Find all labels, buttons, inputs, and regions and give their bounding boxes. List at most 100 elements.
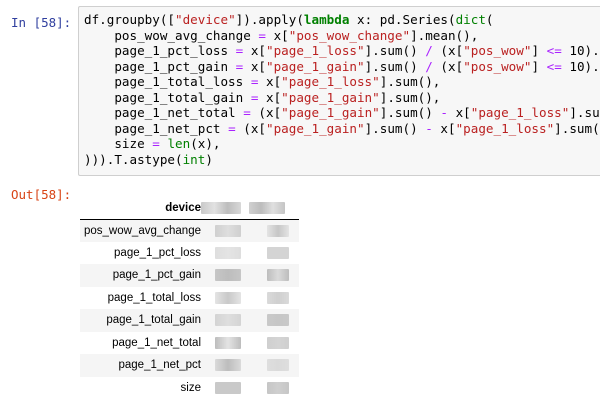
code-token: 10).su xyxy=(569,43,600,58)
blurred-value xyxy=(267,291,289,304)
redacted-value-cell xyxy=(201,219,249,242)
redacted-value-cell xyxy=(201,332,249,355)
redacted-value-cell xyxy=(201,377,249,400)
code-token: "page_1_gain" xyxy=(266,58,365,74)
code-token: ].mean(), xyxy=(410,27,479,43)
row-label: page_1_net_total xyxy=(112,336,201,349)
code-token: "page_1_loss" xyxy=(470,105,570,120)
code-token: page_1_total_gain xyxy=(84,89,251,105)
code-token: = xyxy=(228,120,236,136)
code-token: 10).su xyxy=(569,58,600,74)
redacted-value-cell xyxy=(201,309,249,332)
code-token: <= xyxy=(546,58,562,74)
code-token: page_1_total_loss xyxy=(84,74,251,89)
code-token: = xyxy=(258,27,266,43)
row-label: size xyxy=(180,381,201,394)
blurred-value xyxy=(267,224,289,237)
table-row: page_1_total_loss xyxy=(80,287,299,310)
row-label: page_1_pct_loss xyxy=(114,246,201,259)
code-token: "page_1_loss" xyxy=(281,74,380,89)
code-token: ] xyxy=(531,43,547,58)
code-token: page_1_pct_loss xyxy=(84,43,236,58)
code-line: size = len(x), xyxy=(84,136,600,152)
table-row: page_1_net_total xyxy=(80,332,299,355)
blurred-value xyxy=(215,269,241,281)
code-line: page_1_pct_gain = x["page_1_gain"].sum()… xyxy=(84,59,600,75)
table-row: size xyxy=(80,377,299,400)
output-prompt: Out[58]: xyxy=(11,187,72,202)
code-token: page_1_net_pct xyxy=(84,120,229,136)
code-token: len xyxy=(167,136,191,151)
code-token: x[ xyxy=(258,89,282,105)
code-token: - xyxy=(425,120,433,136)
code-token: size xyxy=(84,136,153,151)
redacted-value-cell xyxy=(249,219,299,242)
table-row: page_1_net_pct xyxy=(80,354,299,377)
redacted-value-cell xyxy=(249,264,299,287)
code-token: x[ xyxy=(243,58,266,74)
code-token: "pos_wow" xyxy=(463,58,532,74)
code-token: x[ xyxy=(265,27,289,43)
code-token: lambda xyxy=(303,12,350,27)
code-token: ].sum(), xyxy=(379,74,441,89)
row-label: page_1_total_loss xyxy=(107,291,201,304)
code-token: ].sum() xyxy=(364,43,426,58)
code-token: "page_1_gain" xyxy=(281,105,380,120)
redacted-value-cell xyxy=(201,242,249,265)
blurred-value xyxy=(267,269,289,281)
code-line: ))).T.astype(int) xyxy=(84,152,600,168)
code-token: / xyxy=(425,43,433,58)
redacted-value-cell xyxy=(201,354,249,377)
code-token: ].sum() xyxy=(364,58,426,74)
code-token: (x[ xyxy=(250,105,282,120)
row-label: page_1_net_pct xyxy=(118,359,202,372)
code-token: (x[ xyxy=(235,120,266,136)
redacted-column-header xyxy=(249,198,299,219)
redacted-value-cell xyxy=(201,287,249,310)
code-token: "page_1_gain" xyxy=(281,89,380,105)
code-token: = xyxy=(243,105,251,120)
code-token: / xyxy=(425,58,433,74)
table-row: page_1_total_gain xyxy=(80,309,299,332)
code-token: (x[ xyxy=(432,58,464,74)
code-token: - xyxy=(440,105,449,120)
code-token: ) xyxy=(205,151,213,167)
redacted-value-cell xyxy=(249,242,299,265)
redacted-value-cell xyxy=(249,287,299,310)
table-row: pos_wow_avg_change xyxy=(80,219,299,242)
code-token: x[ xyxy=(258,74,282,89)
blurred-value xyxy=(215,291,241,304)
code-token: ].sum(), xyxy=(379,89,441,105)
code-token: "page_1_loss" xyxy=(455,120,555,136)
code-line: pos_wow_avg_change = x["pos_wow_change"]… xyxy=(84,28,600,44)
code-line: page_1_net_total = (x["page_1_gain" ].sum… xyxy=(84,105,600,121)
code-line: page_1_net_pct = (x["page_1_gain"].sum()… xyxy=(84,121,600,137)
row-label: page_1_total_gain xyxy=(106,314,201,327)
blurred-value xyxy=(267,359,289,371)
code-token: x[ xyxy=(243,43,266,58)
blurred-value xyxy=(215,314,241,326)
redacted-value-cell xyxy=(249,354,299,377)
code-token: ].sum( xyxy=(569,105,600,120)
code-token: ] xyxy=(531,58,547,74)
blurred-value xyxy=(267,336,289,349)
blurred-value xyxy=(215,381,241,394)
blurred-value xyxy=(215,246,241,259)
code-token: page_1_net_total xyxy=(84,105,244,120)
code-token: ].sum()) xyxy=(554,120,600,136)
code-token: <= xyxy=(546,43,562,58)
code-token: "page_1_loss" xyxy=(266,43,365,58)
code-editor[interactable]: df.groupby(["device"]).apply(lambda x: p… xyxy=(84,12,600,167)
code-token: dict xyxy=(455,12,486,27)
code-token: x: pd.Series( xyxy=(349,12,456,27)
code-token: "pos_wow_change" xyxy=(288,27,411,43)
code-token: ]).apply( xyxy=(235,12,304,27)
input-prompt: In [58]: xyxy=(11,15,72,30)
code-token: ].sum() xyxy=(364,120,426,136)
code-token: x[ xyxy=(448,105,471,120)
blurred-value xyxy=(215,359,241,371)
code-token: "device" xyxy=(175,12,236,27)
index-header: device xyxy=(165,202,201,215)
redacted-value-cell xyxy=(249,377,299,400)
redacted-column-header xyxy=(201,198,249,219)
